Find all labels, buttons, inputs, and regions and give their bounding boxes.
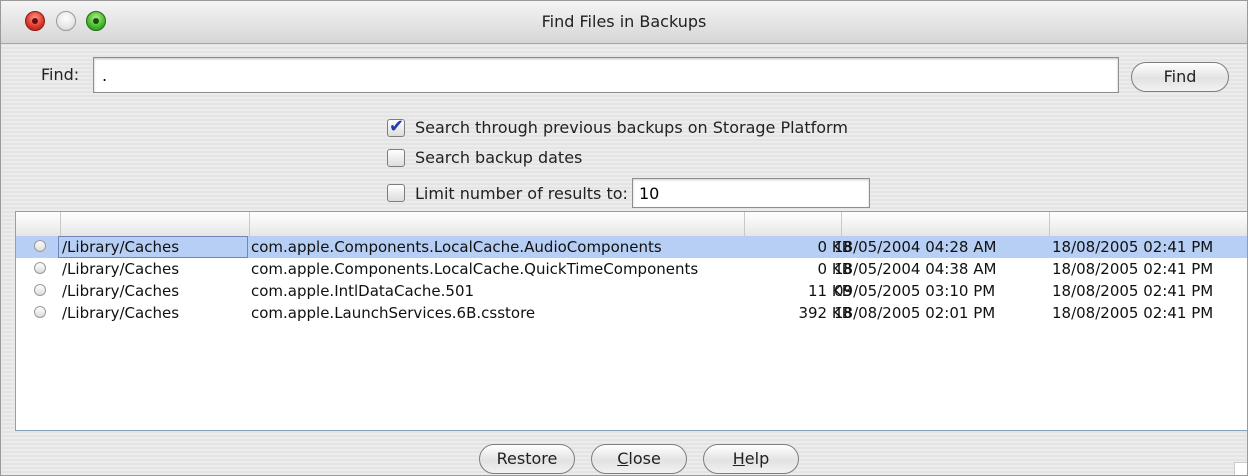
header-size-column[interactable] bbox=[745, 212, 842, 236]
search-dates-option[interactable]: Search backup dates bbox=[387, 148, 582, 167]
modified-cell: 18/05/2004 04:28 AM bbox=[834, 238, 997, 256]
backup-cell: 18/08/2005 02:41 PM bbox=[1052, 260, 1214, 278]
limit-results-option[interactable]: Limit number of results to: bbox=[387, 178, 870, 208]
header-name-column[interactable] bbox=[250, 212, 745, 236]
close-mnemonic: C bbox=[617, 449, 629, 468]
name-cell: com.apple.LaunchServices.6B.csstore bbox=[251, 304, 536, 322]
title-bar[interactable]: Find Files in Backups bbox=[1, 1, 1247, 44]
table-header bbox=[16, 212, 1247, 237]
find-button[interactable]: Find bbox=[1131, 62, 1229, 92]
resize-grip[interactable] bbox=[1234, 462, 1247, 475]
limit-results-label: Limit number of results to: bbox=[415, 183, 628, 203]
window-title: Find Files in Backups bbox=[541, 12, 707, 31]
close-button[interactable]: Close bbox=[591, 444, 687, 474]
table-row[interactable]: /Library/Caches com.apple.LaunchServices… bbox=[16, 302, 1247, 324]
help-button[interactable]: Help bbox=[703, 444, 799, 474]
search-previous-option[interactable]: Search through previous backups on Stora… bbox=[387, 116, 848, 137]
header-path-column[interactable] bbox=[61, 212, 250, 236]
limit-results-input[interactable] bbox=[631, 178, 870, 208]
modified-cell: 18/08/2005 02:01 PM bbox=[834, 304, 996, 322]
search-previous-checkbox[interactable] bbox=[387, 116, 405, 137]
search-previous-label: Search through previous backups on Stora… bbox=[415, 118, 848, 137]
table-row[interactable]: /Library/Caches com.apple.IntlDataCache.… bbox=[16, 280, 1247, 302]
modified-cell: 09/05/2005 03:10 PM bbox=[834, 282, 996, 300]
row-radio[interactable] bbox=[34, 284, 46, 296]
row-radio[interactable] bbox=[34, 262, 46, 274]
backup-cell: 18/08/2005 02:41 PM bbox=[1052, 238, 1214, 256]
table-row[interactable]: /Library/Caches com.apple.Components.Loc… bbox=[16, 236, 1247, 258]
path-cell: /Library/Caches bbox=[62, 260, 180, 278]
path-cell: /Library/Caches bbox=[62, 282, 180, 300]
find-input[interactable] bbox=[93, 57, 1119, 93]
find-files-window: Find Files in Backups Find: Find Search … bbox=[0, 0, 1248, 476]
search-dates-label: Search backup dates bbox=[415, 148, 583, 167]
close-label-rest: lose bbox=[628, 449, 661, 468]
table-row[interactable]: /Library/Caches com.apple.Components.Loc… bbox=[16, 258, 1247, 280]
help-label-rest: elp bbox=[744, 449, 770, 468]
modified-cell: 18/05/2004 04:38 AM bbox=[834, 260, 997, 278]
header-modified-column[interactable] bbox=[842, 212, 1050, 236]
backup-cell: 18/08/2005 02:41 PM bbox=[1052, 282, 1214, 300]
limit-results-checkbox[interactable] bbox=[387, 184, 405, 202]
header-select-column[interactable] bbox=[16, 212, 61, 236]
results-table[interactable]: /Library/Caches com.apple.Components.Loc… bbox=[15, 211, 1247, 431]
name-cell: com.apple.IntlDataCache.501 bbox=[251, 282, 475, 300]
name-cell: com.apple.Components.LocalCache.AudioCom… bbox=[251, 238, 662, 256]
backup-cell: 18/08/2005 02:41 PM bbox=[1052, 304, 1214, 322]
row-radio[interactable] bbox=[34, 240, 46, 252]
find-label: Find: bbox=[41, 65, 80, 84]
header-backup-column[interactable] bbox=[1050, 212, 1247, 236]
row-radio[interactable] bbox=[34, 306, 46, 318]
path-cell: /Library/Caches bbox=[58, 236, 248, 258]
restore-button[interactable]: Restore bbox=[479, 444, 575, 474]
help-mnemonic: H bbox=[732, 449, 745, 468]
name-cell: com.apple.Components.LocalCache.QuickTim… bbox=[251, 260, 699, 278]
path-cell: /Library/Caches bbox=[62, 304, 180, 322]
search-dates-checkbox[interactable] bbox=[387, 148, 405, 167]
